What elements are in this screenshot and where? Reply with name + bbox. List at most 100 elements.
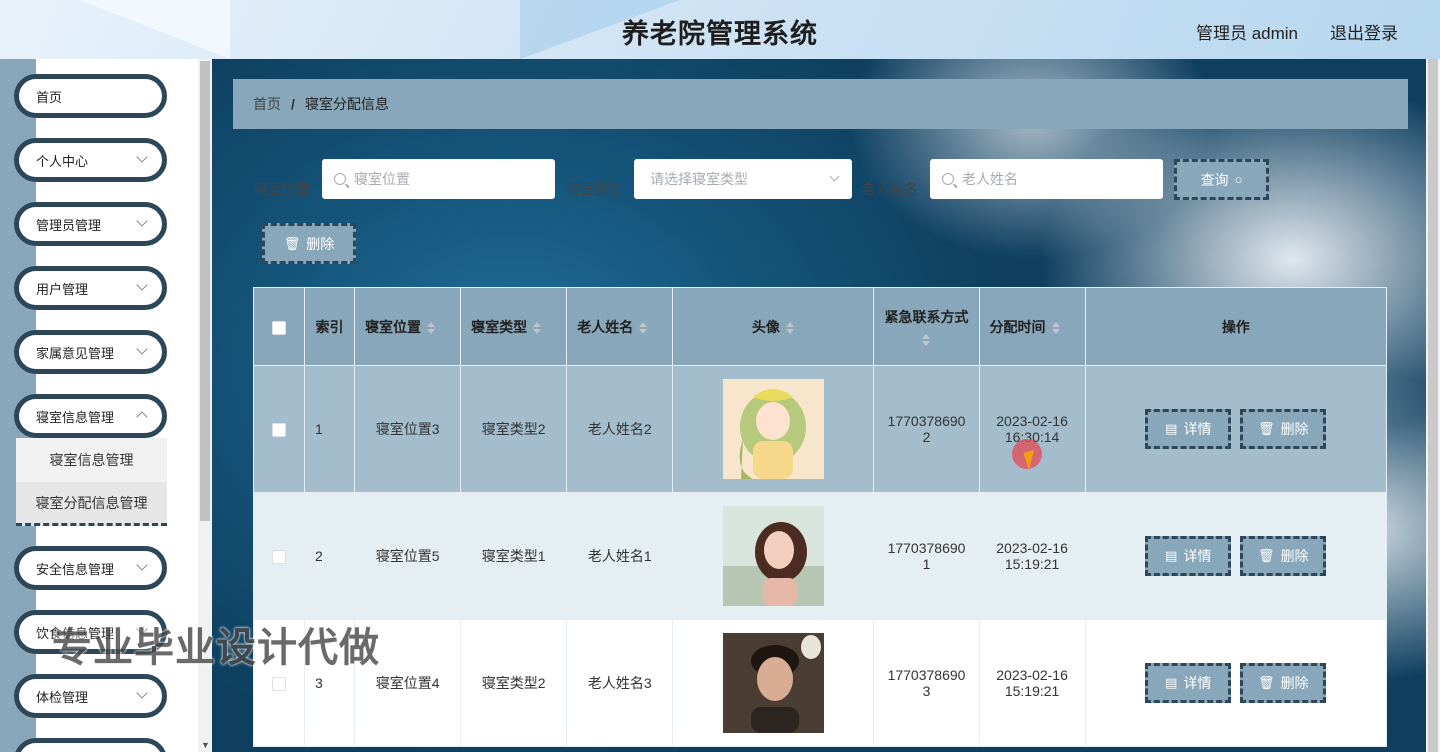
- search-location-input[interactable]: [354, 171, 534, 187]
- cell-contact: 1770378690 2: [873, 365, 980, 493]
- chevron-down-icon: [136, 279, 148, 291]
- search-icon: ○: [1234, 172, 1243, 187]
- allocation-table: 索引 寝室位置 寝室类型 老人姓名 头像 紧急联系方式 分配时间 操作 1 寝室…: [252, 287, 1388, 747]
- sidebar-item-profile[interactable]: 个人中心: [14, 138, 167, 182]
- detail-button[interactable]: ▤ 详情: [1145, 663, 1232, 703]
- breadcrumb: 首页 / 寝室分配信息: [233, 79, 1408, 129]
- cell-ops: ▤ 详情 🗑 删除: [1084, 492, 1388, 620]
- chevron-down-icon: [136, 215, 148, 227]
- document-icon: ▤: [1165, 675, 1178, 690]
- search-location-field[interactable]: [322, 159, 555, 199]
- header-contact[interactable]: 紧急联系方式: [873, 287, 980, 366]
- sidebar-item-dorm[interactable]: 寝室信息管理: [14, 394, 167, 438]
- header-ops: 操作: [1084, 287, 1388, 366]
- table-row[interactable]: 2 寝室位置5 寝室类型1 老人姓名1 1770378690 1 2023-02-…: [252, 492, 1388, 620]
- search-name-field[interactable]: [930, 159, 1163, 199]
- label-name: 老人姓名: [862, 181, 918, 197]
- scrollbar-thumb[interactable]: [1428, 59, 1438, 752]
- search-icon: [334, 173, 346, 185]
- trash-icon: 🗑: [1258, 675, 1275, 690]
- scroll-down-icon[interactable]: ▼: [201, 740, 210, 750]
- sort-icon[interactable]: [922, 333, 931, 346]
- chevron-down-icon: [136, 559, 148, 571]
- cell-name: 老人姓名2: [566, 365, 674, 493]
- sidebar-item-checkup[interactable]: 体检管理: [14, 674, 167, 718]
- breadcrumb-home[interactable]: 首页: [253, 94, 281, 114]
- cell-name: 老人姓名1: [566, 492, 674, 620]
- delete-button[interactable]: 🗑 删除: [1240, 409, 1327, 449]
- trash-icon: 🗑: [1258, 421, 1275, 436]
- submenu-dorm-allocation[interactable]: 寝室分配信息管理: [16, 482, 167, 526]
- query-button[interactable]: 查询 ○: [1174, 159, 1269, 200]
- delete-button[interactable]: 🗑 删除: [1240, 536, 1327, 576]
- logout-link[interactable]: 退出登录: [1330, 19, 1398, 44]
- cell-type: 寝室类型2: [460, 365, 568, 493]
- cell-time: 2023-02-16 15:19:21: [978, 492, 1086, 620]
- sidebar-item-more[interactable]: [14, 738, 167, 752]
- sort-icon[interactable]: [427, 321, 436, 334]
- submenu-dorm-info[interactable]: 寝室信息管理: [16, 438, 167, 482]
- cell-location: 寝室位置3: [354, 365, 462, 493]
- sidebar-item-label: 管理员管理: [36, 217, 102, 233]
- sidebar-item-label: 首页: [36, 89, 63, 105]
- watermark-text: 专业毕业设计代做: [52, 626, 380, 670]
- cell-avatar: [672, 619, 875, 747]
- sidebar-item-label: 寝室信息管理: [36, 409, 115, 425]
- sort-icon[interactable]: [639, 321, 648, 334]
- cell-time: 2023-02-16 16:30:14: [978, 365, 1086, 493]
- document-icon: ▤: [1165, 421, 1178, 436]
- sidebar-item-family-feedback[interactable]: 家属意见管理: [14, 330, 167, 374]
- sidebar-item-label: 家属意见管理: [36, 345, 115, 361]
- search-icon: [942, 173, 954, 185]
- sidebar-item-users[interactable]: 用户管理: [14, 266, 167, 310]
- cell-avatar: [672, 492, 875, 620]
- header-select-all[interactable]: [252, 287, 306, 366]
- avatar: [722, 506, 824, 606]
- sort-icon[interactable]: [1051, 321, 1061, 334]
- scrollbar-thumb[interactable]: [200, 61, 210, 521]
- label-location: 寝室位置: [254, 181, 310, 197]
- row-checkbox[interactable]: [272, 550, 287, 565]
- admin-label: 管理员 admin: [1195, 24, 1298, 43]
- main-scrollbar[interactable]: [1426, 59, 1440, 752]
- cell-ops: ▤ 详情 🗑 删除: [1084, 619, 1388, 747]
- header-time[interactable]: 分配时间: [978, 287, 1086, 366]
- cell-ops: ▤ 详情 🗑 删除: [1084, 365, 1388, 493]
- sidebar-item-safety[interactable]: 安全信息管理: [14, 546, 167, 590]
- cell-index: 1: [304, 365, 356, 493]
- cell-time: 2023-02-16 15:19:21: [978, 619, 1086, 747]
- cell-type: 寝室类型2: [460, 619, 568, 747]
- sidebar-item-home[interactable]: 首页: [14, 74, 167, 118]
- select-all-checkbox[interactable]: [272, 320, 287, 335]
- chevron-down-icon: [136, 343, 148, 355]
- table-header-row: 索引 寝室位置 寝室类型 老人姓名 头像 紧急联系方式 分配时间 操作: [252, 287, 1388, 366]
- row-select[interactable]: [252, 365, 306, 493]
- type-select[interactable]: 请选择寝室类型: [634, 159, 852, 199]
- table-row[interactable]: 1 寝室位置3 寝室类型2 老人姓名2 1770378690 2 2023-02-…: [252, 365, 1388, 493]
- delete-button[interactable]: 🗑 删除: [1240, 663, 1327, 703]
- sidebar-item-label: 安全信息管理: [36, 561, 115, 577]
- search-name-input[interactable]: [962, 171, 1142, 187]
- breadcrumb-current: 寝室分配信息: [304, 96, 389, 112]
- row-checkbox[interactable]: [272, 677, 287, 692]
- row-checkbox[interactable]: [272, 423, 287, 438]
- sort-icon[interactable]: [533, 321, 542, 334]
- sidebar-item-label: 体检管理: [36, 689, 89, 705]
- detail-button[interactable]: ▤ 详情: [1145, 536, 1232, 576]
- detail-button[interactable]: ▤ 详情: [1145, 409, 1232, 449]
- top-header: 养老院管理系统 管理员 admin 退出登录: [0, 0, 1440, 59]
- row-select[interactable]: [252, 492, 306, 620]
- main-content: 首页 / 寝室分配信息 寝室位置 寝室类型 请选择寝室类型 老人姓名 查询 ○ …: [212, 59, 1440, 752]
- batch-delete-button[interactable]: 🗑 删除: [262, 223, 356, 264]
- sidebar-item-admins[interactable]: 管理员管理: [14, 202, 167, 246]
- sort-icon[interactable]: [785, 321, 795, 334]
- header-location[interactable]: 寝室位置: [354, 287, 462, 366]
- avatar: [722, 633, 824, 733]
- chevron-up-icon: [136, 411, 148, 423]
- header-name[interactable]: 老人姓名: [566, 287, 674, 366]
- delete-label: 删除: [306, 235, 335, 252]
- table-row[interactable]: 3 寝室位置4 寝室类型2 老人姓名3 1770378690 3 2023-02-…: [252, 619, 1388, 747]
- header-type[interactable]: 寝室类型: [460, 287, 568, 366]
- trash-icon: 🗑: [1258, 548, 1275, 563]
- header-avatar[interactable]: 头像: [672, 287, 875, 366]
